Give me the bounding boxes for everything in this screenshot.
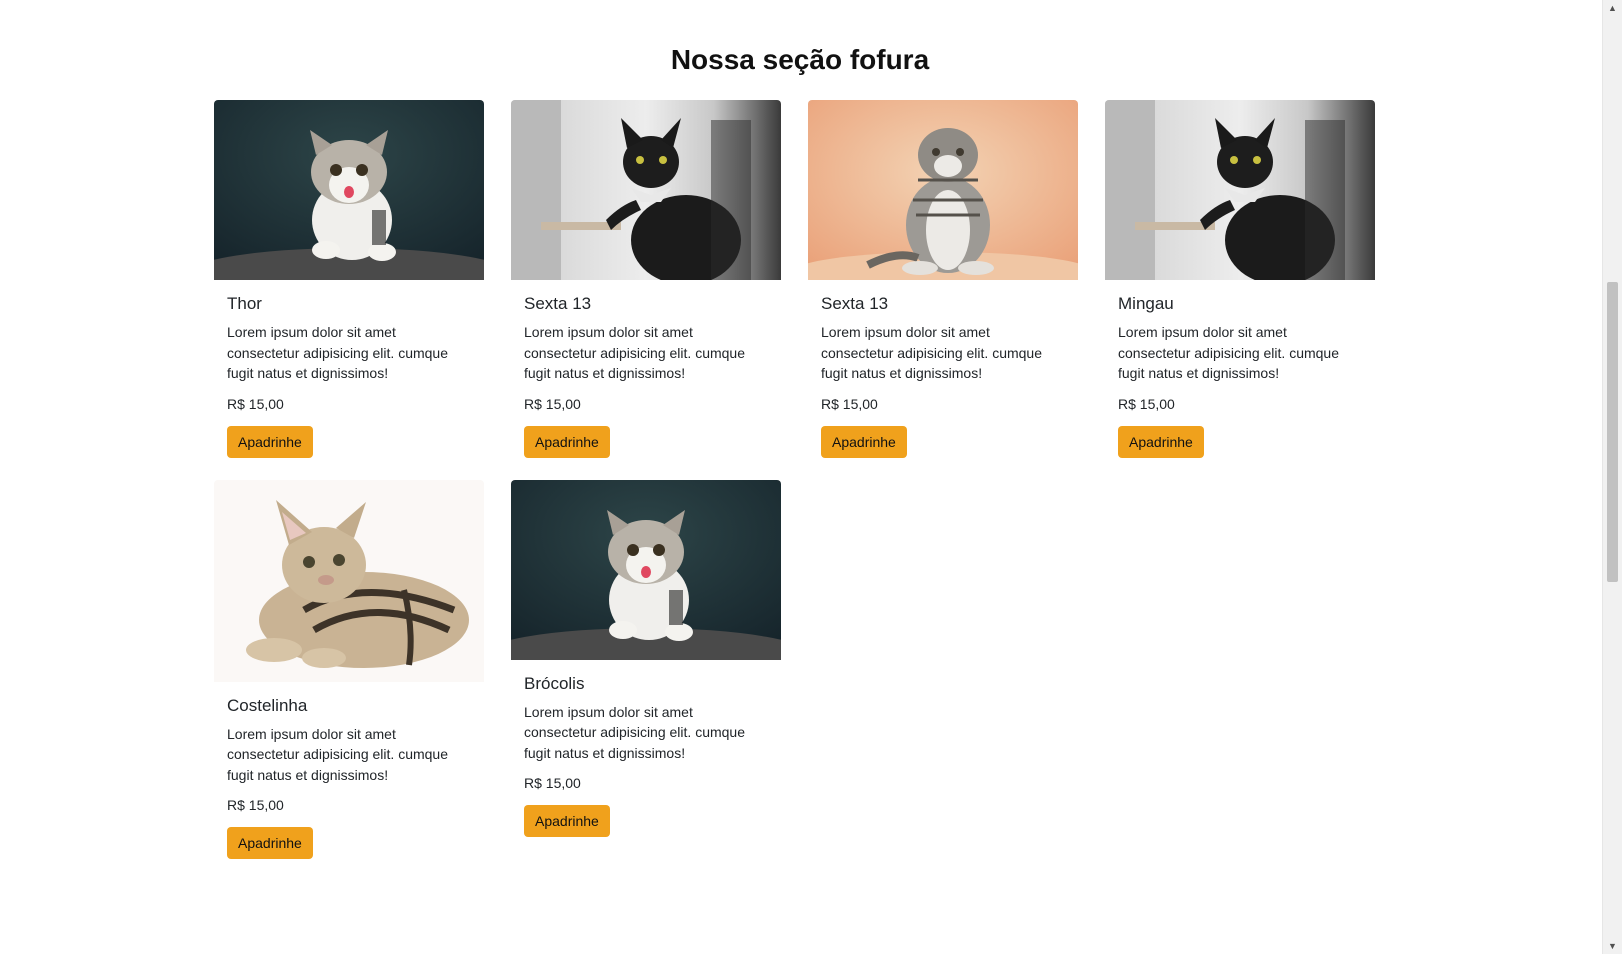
card-description: Lorem ipsum dolor sit amet consectetur a… xyxy=(524,703,746,761)
cat-photo xyxy=(214,479,484,682)
card-title: Mingau xyxy=(1118,294,1174,313)
card-costelinha: Costelinha Lorem ipsum dolor sit amet co… xyxy=(214,479,484,859)
card-description: Lorem ipsum dolor sit amet consectetur a… xyxy=(821,324,1043,381)
card-description: Lorem ipsum dolor sit amet consectetur a… xyxy=(1118,324,1340,381)
card-price: R$ 15,00 xyxy=(1118,395,1175,412)
card-title: Costelinha xyxy=(227,695,308,715)
page: Nossa seção fofura Thor Lorem ipsum dolo… xyxy=(0,0,1603,954)
card-price: R$ 15,00 xyxy=(524,395,581,412)
card-thor: Thor Lorem ipsum dolor sit amet consecte… xyxy=(214,100,484,458)
card-title: Sexta 13 xyxy=(821,294,889,313)
card-sexta-13: Sexta 13 Lorem ipsum dolor sit amet cons… xyxy=(511,100,781,458)
cat-photo xyxy=(214,100,484,280)
card-price: R$ 15,00 xyxy=(227,797,284,813)
vertical-scrollbar[interactable]: ▲ ▼ xyxy=(1602,0,1622,954)
adopt-button[interactable]: Apadrinhe xyxy=(1118,425,1204,458)
card-price: R$ 15,00 xyxy=(227,395,284,412)
card-brocolis: Brócolis Lorem ipsum dolor sit amet cons… xyxy=(511,479,781,837)
adopt-button[interactable]: Apadrinhe xyxy=(821,425,907,458)
adopt-button[interactable]: Apadrinhe xyxy=(524,805,610,837)
cat-photo xyxy=(511,479,781,660)
card-title: Sexta 13 xyxy=(524,294,592,313)
card-mingau: Mingau Lorem ipsum dolor sit amet consec… xyxy=(1105,100,1375,458)
card-price: R$ 15,00 xyxy=(524,775,581,791)
card-description: Lorem ipsum dolor sit amet consectetur a… xyxy=(227,725,449,783)
scroll-down-arrow-icon[interactable]: ▼ xyxy=(1603,938,1622,954)
card-title: Thor xyxy=(227,294,262,313)
card-description: Lorem ipsum dolor sit amet consectetur a… xyxy=(227,324,449,381)
adopt-button[interactable]: Apadrinhe xyxy=(524,425,610,458)
card-grid: Thor Lorem ipsum dolor sit amet consecte… xyxy=(214,100,1378,859)
scroll-up-arrow-icon[interactable]: ▲ xyxy=(1603,0,1622,16)
card-description: Lorem ipsum dolor sit amet consectetur a… xyxy=(524,324,746,381)
section-title: Nossa seção fofura xyxy=(670,44,930,75)
adopt-button[interactable]: Apadrinhe xyxy=(227,425,313,458)
card-sexta-13-tabby: Sexta 13 Lorem ipsum dolor sit amet cons… xyxy=(808,100,1078,458)
card-price: R$ 15,00 xyxy=(821,395,878,412)
cat-photo xyxy=(1105,100,1375,280)
adopt-button[interactable]: Apadrinhe xyxy=(227,827,313,859)
cat-photo xyxy=(511,100,781,280)
cat-photo xyxy=(808,100,1078,280)
card-title: Brócolis xyxy=(524,673,585,693)
scrollbar-thumb[interactable] xyxy=(1607,282,1618,582)
